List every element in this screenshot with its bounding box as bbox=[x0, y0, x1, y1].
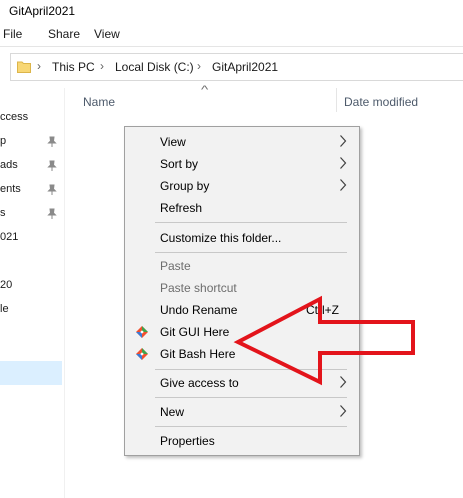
chevron-right-icon[interactable]: › bbox=[197, 59, 201, 73]
breadcrumb-local-disk[interactable]: Local Disk (C:) bbox=[115, 60, 194, 74]
tab-view[interactable]: View bbox=[94, 27, 120, 41]
menu-item-label: New bbox=[160, 405, 185, 419]
submenu-arrow-icon bbox=[340, 179, 347, 191]
ribbon: File Share View bbox=[0, 22, 463, 46]
submenu-arrow-icon bbox=[340, 157, 347, 169]
menu-separator bbox=[155, 252, 347, 253]
context-menu: View Sort by Group by Refresh Customize … bbox=[124, 126, 360, 456]
pin-icon[interactable] bbox=[47, 136, 57, 148]
column-header-name[interactable]: Name bbox=[83, 95, 115, 109]
menu-item-undo-rename[interactable]: Undo Rename Ctrl+Z bbox=[125, 299, 359, 321]
submenu-arrow-icon bbox=[340, 376, 347, 388]
menu-item-label: Git GUI Here bbox=[160, 325, 230, 339]
menu-item-git-bash-here[interactable]: Git Bash Here bbox=[125, 343, 359, 365]
nav-item[interactable]: ents bbox=[0, 183, 21, 195]
menu-item-label: Paste shortcut bbox=[160, 281, 237, 295]
submenu-arrow-icon bbox=[340, 135, 347, 147]
menu-item-label: Give access to bbox=[160, 376, 239, 390]
nav-item[interactable]: ads bbox=[0, 159, 18, 171]
breadcrumb-this-pc[interactable]: This PC bbox=[52, 60, 95, 74]
navigation-pane: ccess p ads ents s 021 20 le bbox=[0, 88, 64, 498]
sort-caret-icon: ^ bbox=[200, 84, 209, 96]
pin-icon[interactable] bbox=[47, 160, 57, 172]
menu-item-git-gui-here[interactable]: Git GUI Here bbox=[125, 321, 359, 343]
column-header-date-modified[interactable]: Date modified bbox=[344, 95, 418, 109]
nav-item[interactable]: p bbox=[0, 135, 6, 147]
menu-separator bbox=[155, 222, 347, 223]
pane-divider[interactable] bbox=[64, 88, 65, 498]
window-title: GitApril2021 bbox=[9, 4, 76, 18]
nav-item[interactable]: le bbox=[0, 303, 9, 315]
menu-item-customize-folder[interactable]: Customize this folder... bbox=[125, 227, 359, 249]
menu-item-label: Group by bbox=[160, 179, 210, 193]
address-bar[interactable]: › This PC › Local Disk (C:) › GitApril20… bbox=[10, 53, 463, 81]
menu-item-give-access-to[interactable]: Give access to bbox=[125, 372, 359, 394]
chevron-right-icon[interactable]: › bbox=[37, 59, 41, 73]
ribbon-divider bbox=[0, 46, 463, 47]
menu-item-label: View bbox=[160, 135, 186, 149]
pin-icon[interactable] bbox=[47, 184, 57, 196]
menu-item-refresh[interactable]: Refresh bbox=[125, 197, 359, 219]
menu-item-label: Sort by bbox=[160, 157, 199, 171]
nav-item[interactable]: ccess bbox=[0, 111, 28, 123]
submenu-arrow-icon bbox=[340, 405, 347, 417]
column-divider[interactable] bbox=[336, 88, 337, 112]
menu-item-group-by[interactable]: Group by bbox=[125, 175, 359, 197]
tab-share[interactable]: Share bbox=[48, 27, 80, 41]
menu-item-label: Properties bbox=[160, 434, 215, 448]
menu-separator bbox=[155, 397, 347, 398]
menu-item-label: Customize this folder... bbox=[160, 231, 282, 245]
menu-item-properties[interactable]: Properties bbox=[125, 430, 359, 452]
nav-item[interactable]: s bbox=[0, 207, 6, 219]
nav-item[interactable]: 20 bbox=[0, 279, 12, 291]
menu-item-paste-shortcut: Paste shortcut bbox=[125, 277, 359, 299]
menu-item-paste: Paste bbox=[125, 255, 359, 277]
menu-item-sort-by[interactable]: Sort by bbox=[125, 153, 359, 175]
tab-file[interactable]: File bbox=[3, 27, 22, 41]
menu-separator bbox=[155, 426, 347, 427]
nav-item-selected[interactable] bbox=[0, 361, 62, 385]
breadcrumb-gitapril2021[interactable]: GitApril2021 bbox=[212, 60, 278, 74]
git-bash-icon bbox=[136, 348, 148, 360]
nav-item[interactable]: 021 bbox=[0, 231, 18, 243]
menu-item-shortcut: Ctrl+Z bbox=[306, 303, 339, 317]
folder-icon bbox=[17, 61, 31, 73]
menu-item-label: Refresh bbox=[160, 201, 203, 215]
menu-item-view[interactable]: View bbox=[125, 131, 359, 153]
menu-item-label: Git Bash Here bbox=[160, 347, 236, 361]
pin-icon[interactable] bbox=[47, 208, 57, 220]
chevron-right-icon[interactable]: › bbox=[100, 59, 104, 73]
menu-item-new[interactable]: New bbox=[125, 401, 359, 423]
git-gui-icon bbox=[136, 326, 148, 338]
menu-item-label: Paste bbox=[160, 259, 191, 273]
menu-separator bbox=[155, 369, 347, 370]
menu-item-label: Undo Rename bbox=[160, 303, 238, 317]
